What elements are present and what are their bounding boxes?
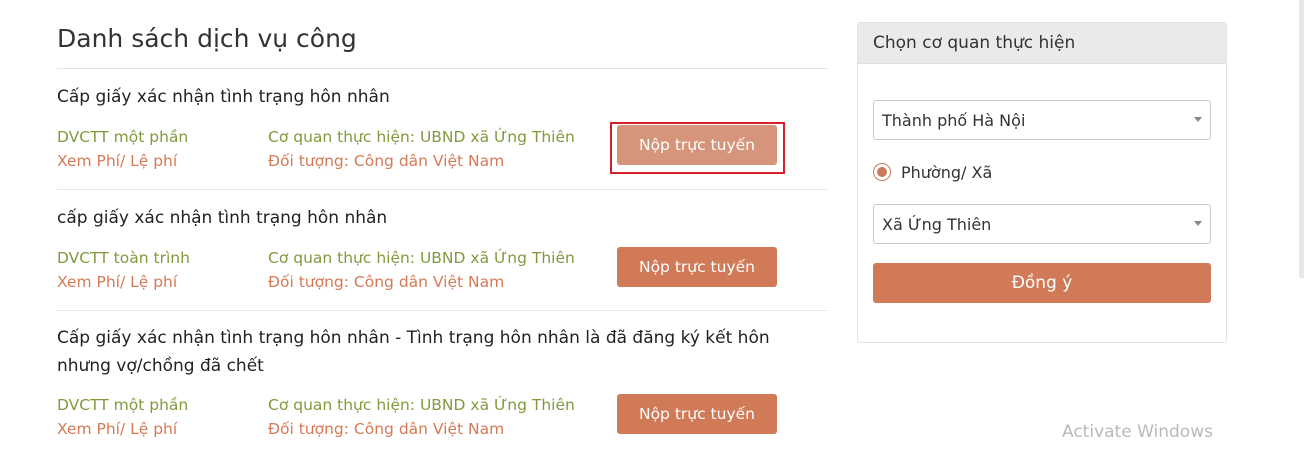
submit-online-button[interactable]: Nộp trực tuyến — [617, 125, 777, 165]
service-audience: Đối tượng: Công dân Việt Nam — [268, 273, 505, 291]
scrollbar[interactable] — [1299, 0, 1304, 278]
service-audience: Đối tượng: Công dân Việt Nam — [268, 152, 505, 170]
fee-link[interactable]: Xem Phí/ Lệ phí — [57, 149, 177, 173]
panel-title: Chọn cơ quan thực hiện — [858, 23, 1226, 64]
service-item: Cấp giấy xác nhận tình trạng hôn nhân DV… — [57, 83, 827, 174]
ward-select[interactable]: Xã Ứng Thiên — [873, 204, 1211, 244]
service-agency: Cơ quan thực hiện: UBND xã Ứng Thiên — [268, 396, 575, 414]
chevron-down-icon — [1194, 221, 1202, 226]
service-name[interactable]: cấp giấy xác nhận tình trạng hôn nhân — [57, 204, 827, 232]
radio-label: Phường/ Xã — [901, 162, 993, 182]
submit-online-button[interactable]: Nộp trực tuyến — [617, 394, 777, 434]
windows-watermark: Activate Windows — [1062, 422, 1213, 442]
divider — [57, 310, 827, 311]
service-level: DVCTT một phần — [57, 396, 189, 414]
service-level: DVCTT toàn trình — [57, 249, 190, 267]
radio-dot — [877, 167, 887, 177]
divider — [57, 68, 827, 69]
page-title: Danh sách dịch vụ công — [57, 24, 357, 53]
agree-button[interactable]: Đồng ý — [873, 263, 1211, 303]
province-select[interactable]: Thành phố Hà Nội — [873, 100, 1211, 140]
service-item: cấp giấy xác nhận tình trạng hôn nhân DV… — [57, 204, 827, 291]
service-level: DVCTT một phần — [57, 128, 189, 146]
page: Danh sách dịch vụ công Cấp giấy xác nhận… — [0, 0, 1304, 450]
service-name[interactable]: Cấp giấy xác nhận tình trạng hôn nhân - … — [57, 324, 817, 380]
service-item: Cấp giấy xác nhận tình trạng hôn nhân - … — [57, 324, 827, 438]
submit-online-button[interactable]: Nộp trực tuyến — [617, 247, 777, 287]
fee-link[interactable]: Xem Phí/ Lệ phí — [57, 417, 177, 441]
service-audience: Đối tượng: Công dân Việt Nam — [268, 420, 505, 438]
agency-filter-panel: Chọn cơ quan thực hiện Thành phố Hà Nội … — [857, 22, 1227, 343]
ward-radio[interactable]: Phường/ Xã — [873, 160, 992, 184]
service-agency: Cơ quan thực hiện: UBND xã Ứng Thiên — [268, 128, 575, 146]
service-agency: Cơ quan thực hiện: UBND xã Ứng Thiên — [268, 249, 575, 267]
ward-select-value: Xã Ứng Thiên — [882, 214, 992, 234]
divider — [57, 189, 827, 190]
service-name[interactable]: Cấp giấy xác nhận tình trạng hôn nhân — [57, 83, 827, 111]
fee-link[interactable]: Xem Phí/ Lệ phí — [57, 270, 177, 294]
chevron-down-icon — [1194, 117, 1202, 122]
radio-checked-icon[interactable] — [873, 163, 891, 181]
province-select-value: Thành phố Hà Nội — [882, 110, 1026, 130]
